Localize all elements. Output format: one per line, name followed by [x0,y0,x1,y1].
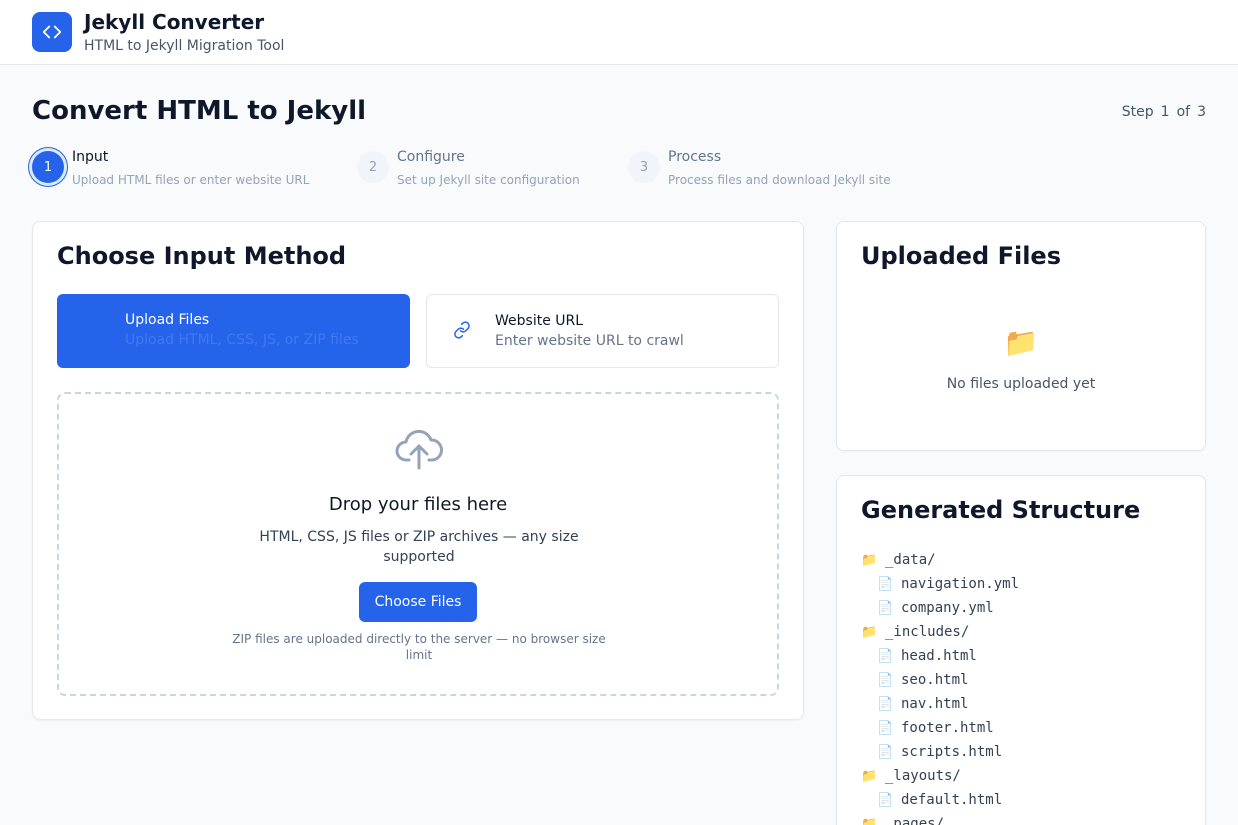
dropzone-title: Drop your files here [328,494,508,515]
step-number: 1 [32,151,64,183]
tree-item-label: _layouts/ [885,768,961,784]
step-process[interactable]: 3 Process Process files and download Jek… [628,148,891,187]
tree-item-label: _data/ [885,552,936,568]
file-icon: 📄 [877,744,894,760]
tree-item-label: navigation.yml [901,576,1020,592]
step-title: Input [72,149,109,165]
file-icon: 📄 [877,672,894,688]
choose-files-button[interactable]: Choose Files [359,582,477,622]
tree-item-label: _pages/ [885,816,945,825]
code-icon [32,12,72,52]
step-title: Configure [397,149,465,165]
structure-tree: 📁 _data/ 📄 navigation.yml 📄 company.yml 📁 _i… [861,548,1019,825]
cloud-upload-icon [395,428,443,476]
tree-file: 📄 nav.html [861,692,1019,716]
dropzone-description: HTML, CSS, JS files or ZIP archives — an… [259,529,579,565]
tree-item-label: nav.html [901,696,969,712]
uploaded-files-title: Uploaded Files [861,242,1061,270]
step-counter: Step 1 of 3 [1122,104,1206,120]
file-icon: 📄 [877,600,894,616]
uploaded-files-card: Uploaded Files 📁 No files uploaded yet [836,221,1206,451]
method-label: Upload Files [125,312,210,328]
tree-file: 📄 head.html [861,644,1019,668]
step-description: Upload HTML files or enter website URL [72,173,310,187]
file-dropzone[interactable]: Drop your files here HTML, CSS, JS files… [57,392,779,696]
tree-file: 📄 company.yml [861,596,1019,620]
folder-icon: 📁 [1003,326,1039,359]
step-number: 3 [628,151,660,183]
generated-structure-title: Generated Structure [861,496,1141,524]
step-word: Step [1121,104,1154,120]
app-subtitle: HTML to Jekyll Migration Tool [84,38,285,54]
step-total: 3 [1197,104,1206,120]
tree-file: 📄 scripts.html [861,740,1019,764]
folder-icon: 📁 [861,816,878,825]
folder-icon: 📁 [861,552,878,568]
tree-item-label: scripts.html [901,744,1003,760]
method-description: Enter website URL to crawl [495,333,684,349]
tree-folder: 📁 _data/ [861,548,1019,572]
step-current: 1 [1160,104,1170,120]
app-title: Jekyll Converter [84,10,265,34]
upload-files-option[interactable]: Upload Files Upload HTML, CSS, JS, or ZI… [57,294,410,368]
app-header: Jekyll Converter HTML to Jekyll Migratio… [0,0,1238,65]
tree-item-label: footer.html [901,720,994,736]
file-icon: 📄 [877,648,894,664]
step-configure[interactable]: 2 Configure Set up Jekyll site configura… [357,148,580,187]
file-icon: 📄 [877,576,894,592]
tree-folder: 📁 _includes/ [861,620,1019,644]
dropzone-note: ZIP files are uploaded directly to the s… [232,632,606,662]
folder-icon: 📁 [861,624,878,640]
tree-file: 📄 seo.html [861,668,1019,692]
method-label: Website URL [495,313,584,329]
step-title: Process [668,149,722,165]
tree-file: 📄 navigation.yml [861,572,1019,596]
step-description: Set up Jekyll site configuration [397,173,580,187]
file-icon: 📄 [877,696,894,712]
file-icon: 📄 [877,792,894,808]
step-number: 2 [357,151,389,183]
tree-item-label: company.yml [901,600,994,616]
tree-file: 📄 default.html [861,788,1019,812]
folder-icon: 📁 [861,768,878,784]
website-url-option[interactable]: Website URL Enter website URL to crawl [426,294,779,368]
method-description: Upload HTML, CSS, JS, or ZIP files [125,332,359,348]
tree-folder: 📁 _layouts/ [861,764,1019,788]
link-icon [453,321,471,343]
input-method-title: Choose Input Method [57,242,347,270]
tree-file: 📄 footer.html [861,716,1019,740]
tree-item-label: default.html [901,792,1003,808]
tree-item-label: seo.html [901,672,969,688]
page-title: Convert HTML to Jekyll [32,96,367,126]
tree-item-label: _includes/ [885,624,970,640]
step-description: Process files and download Jekyll site [668,173,891,187]
tree-folder: 📁 _pages/ [861,812,1019,825]
empty-files-message: No files uploaded yet [946,376,1096,392]
step-of: of [1176,104,1191,120]
tree-item-label: head.html [901,648,977,664]
input-method-card: Choose Input Method Upload Files Upload … [32,221,804,720]
file-icon: 📄 [877,720,894,736]
step-input[interactable]: 1 Input Upload HTML files or enter websi… [32,148,309,187]
generated-structure-card: Generated Structure 📁 _data/ 📄 navigation.… [836,475,1206,825]
